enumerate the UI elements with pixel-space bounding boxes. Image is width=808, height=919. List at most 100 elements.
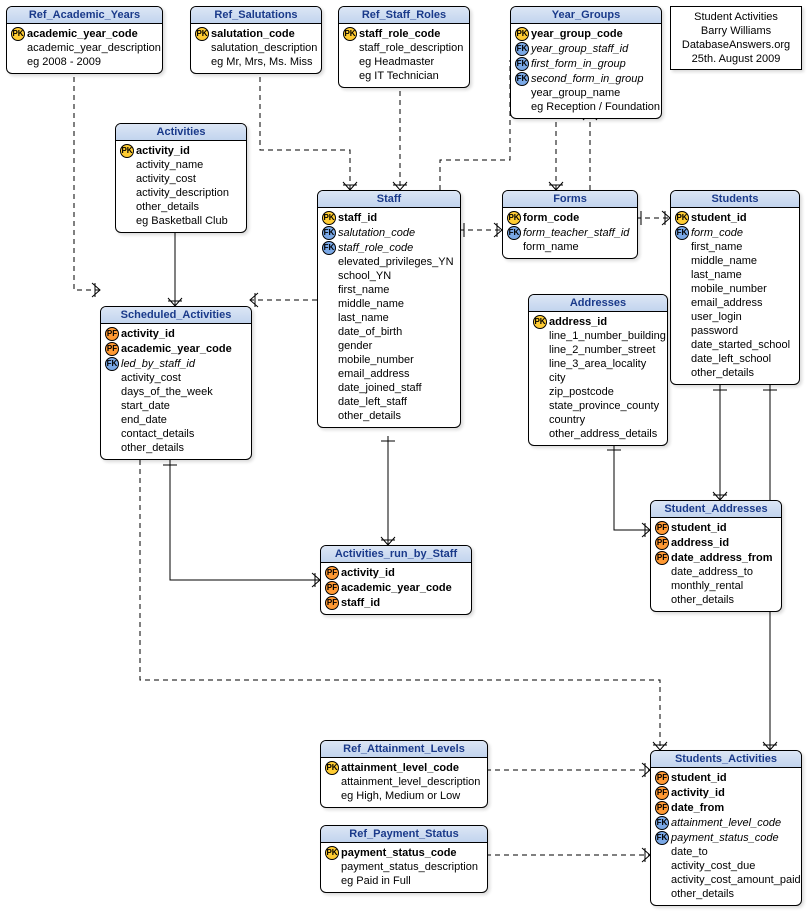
- field-name: mobile_number: [338, 353, 456, 367]
- field-name: date_address_from: [671, 551, 777, 565]
- field-row: PKform_code: [507, 210, 633, 225]
- field-row: year_group_name: [515, 86, 657, 100]
- field-row: date_address_to: [655, 565, 777, 579]
- entity-title: Ref_Attainment_Levels: [321, 741, 487, 758]
- field-name: second_form_in_group: [531, 72, 657, 86]
- field-row: line_1_number_building: [533, 329, 663, 343]
- field-row: PKaddress_id: [533, 314, 663, 329]
- field-row: date_to: [655, 845, 797, 859]
- field-row: password: [675, 324, 795, 338]
- field-name: eg Reception / Foundation: [531, 100, 660, 114]
- field-row: PKacademic_year_code: [11, 26, 158, 41]
- field-row: mobile_number: [675, 282, 795, 296]
- field-name: middle_name: [691, 254, 795, 268]
- entity-year-groups: Year_GroupsPKyear_group_codeFKyear_group…: [510, 6, 662, 119]
- field-name: academic_year_description: [27, 41, 161, 55]
- field-row: eg Paid in Full: [325, 874, 483, 888]
- diagram-meta-box: Student Activities Barry Williams Databa…: [670, 6, 802, 70]
- pf-key-icon: PF: [325, 596, 339, 610]
- field-row: attainment_level_description: [325, 775, 483, 789]
- field-row: first_name: [675, 240, 795, 254]
- field-row: PKactivity_id: [120, 143, 242, 158]
- field-row: FKled_by_staff_id: [105, 356, 247, 371]
- key-slot: PK: [533, 314, 549, 329]
- field-row: eg Mr, Mrs, Ms. Miss: [195, 55, 317, 69]
- field-name: state_province_county: [549, 399, 663, 413]
- entity-title: Scheduled_Activities: [101, 307, 251, 324]
- field-name: activity_description: [136, 186, 242, 200]
- key-slot: PK: [675, 210, 691, 225]
- key-slot: FK: [515, 41, 531, 56]
- field-name: eg High, Medium or Low: [341, 789, 483, 803]
- field-row: school_YN: [322, 269, 456, 283]
- field-name: start_date: [121, 399, 247, 413]
- key-slot: PK: [322, 210, 338, 225]
- field-row: eg Reception / Foundation: [515, 100, 657, 114]
- field-name: eg Paid in Full: [341, 874, 483, 888]
- field-row: date_started_school: [675, 338, 795, 352]
- field-name: password: [691, 324, 795, 338]
- field-row: PFaddress_id: [655, 535, 777, 550]
- entity-body: PKstaff_idFKsalutation_codeFKstaff_role_…: [318, 208, 460, 427]
- field-name: activity_id: [671, 786, 797, 800]
- field-name: form_name: [523, 240, 633, 254]
- key-slot: PF: [655, 550, 671, 565]
- field-row: salutation_description: [195, 41, 317, 55]
- field-name: staff_id: [341, 596, 467, 610]
- key-slot: PF: [655, 785, 671, 800]
- field-row: FKsalutation_code: [322, 225, 456, 240]
- field-row: FKstaff_role_code: [322, 240, 456, 255]
- entity-title: Ref_Academic_Years: [7, 7, 162, 24]
- entity-students: StudentsPKstudent_idFKform_codefirst_nam…: [670, 190, 800, 385]
- entity-ref-academic-years: Ref_Academic_Years PKacademic_year_codeac…: [6, 6, 163, 74]
- field-name: end_date: [121, 413, 247, 427]
- entity-activities-run-by-staff: Activities_run_by_StaffPFactivity_idPFac…: [320, 545, 472, 615]
- field-row: PFactivity_id: [105, 326, 247, 341]
- field-row: FKform_code: [675, 225, 795, 240]
- field-row: PFactivity_id: [325, 565, 467, 580]
- field-row: date_left_staff: [322, 395, 456, 409]
- entity-forms: FormsPKform_codeFKform_teacher_staff_idf…: [502, 190, 638, 259]
- entity-activities: ActivitiesPKactivity_idactivity_nameacti…: [115, 123, 247, 233]
- field-name: payment_status_code: [671, 831, 797, 845]
- field-name: academic_year_code: [341, 581, 467, 595]
- field-row: start_date: [105, 399, 247, 413]
- field-name: activity_id: [121, 327, 247, 341]
- fk-key-icon: FK: [322, 226, 336, 240]
- field-row: date_left_school: [675, 352, 795, 366]
- fk-key-icon: FK: [105, 357, 119, 371]
- field-row: gender: [322, 339, 456, 353]
- field-name: date_joined_staff: [338, 381, 456, 395]
- field-row: mobile_number: [322, 353, 456, 367]
- key-slot: FK: [515, 71, 531, 86]
- field-row: state_province_county: [533, 399, 663, 413]
- fk-key-icon: FK: [515, 57, 529, 71]
- field-row: eg IT Technician: [343, 69, 465, 83]
- pk-key-icon: PK: [322, 211, 336, 225]
- field-row: PFdate_from: [655, 800, 797, 815]
- fk-key-icon: FK: [515, 72, 529, 86]
- entity-body: PKstudent_idFKform_codefirst_namemiddle_…: [671, 208, 799, 384]
- field-row: last_name: [675, 268, 795, 282]
- field-row: email_address: [322, 367, 456, 381]
- key-slot: FK: [105, 356, 121, 371]
- field-row: line_2_number_street: [533, 343, 663, 357]
- field-row: middle_name: [675, 254, 795, 268]
- field-row: country: [533, 413, 663, 427]
- entity-staff: StaffPKstaff_idFKsalutation_codeFKstaff_…: [317, 190, 461, 428]
- field-row: form_name: [507, 240, 633, 254]
- field-row: academic_year_description: [11, 41, 158, 55]
- field-name: payment_status_description: [341, 860, 483, 874]
- pf-key-icon: PF: [325, 581, 339, 595]
- field-name: first_form_in_group: [531, 57, 657, 71]
- field-name: date_left_staff: [338, 395, 456, 409]
- entity-title: Ref_Staff_Roles: [339, 7, 469, 24]
- field-row: eg 2008 - 2009: [11, 55, 158, 69]
- field-name: eg 2008 - 2009: [27, 55, 158, 69]
- field-row: middle_name: [322, 297, 456, 311]
- field-name: academic_year_code: [27, 27, 158, 41]
- field-row: eg High, Medium or Low: [325, 789, 483, 803]
- entity-body: PKyear_group_codeFKyear_group_staff_idFK…: [511, 24, 661, 118]
- pf-key-icon: PF: [655, 521, 669, 535]
- field-name: form_code: [523, 211, 633, 225]
